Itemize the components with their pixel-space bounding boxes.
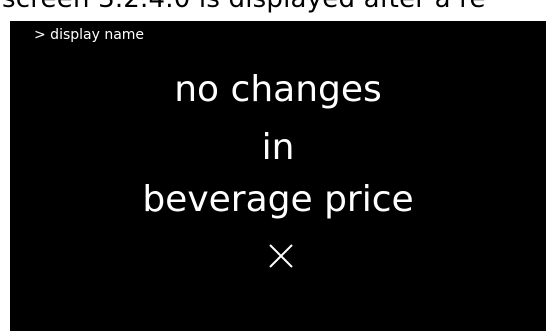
device-screen: > display name no changes in beverage pr…: [10, 21, 546, 331]
caption-text: screen 3.2.4.0 is displayed after a re: [2, 0, 486, 14]
close-button[interactable]: [266, 241, 296, 271]
message-line-2: in: [261, 127, 295, 168]
message-line-1: no changes: [174, 69, 382, 110]
caption-strip: screen 3.2.4.0 is displayed after a re: [0, 0, 546, 22]
message-line-3: beverage price: [142, 179, 414, 220]
close-icon[interactable]: [266, 241, 296, 271]
breadcrumb: > display name: [34, 27, 145, 43]
